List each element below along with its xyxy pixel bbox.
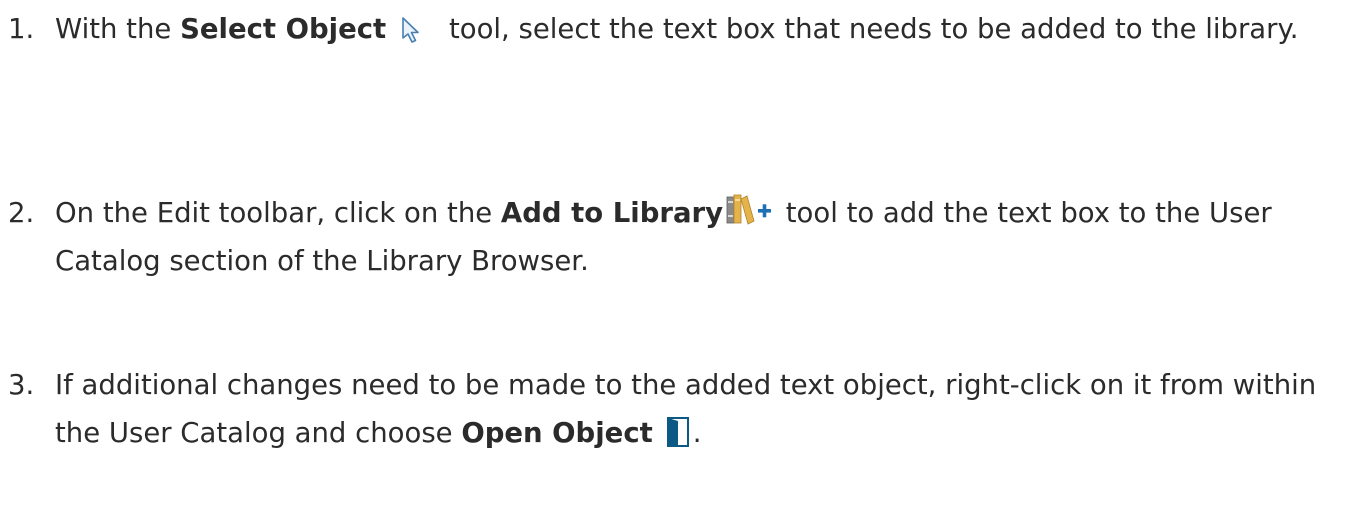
select-object-arrow-icon (394, 12, 430, 43)
add-to-library-books-plus-icon (725, 193, 773, 227)
step-text-after: tool, select the text box that needs to … (440, 13, 1299, 45)
step-text: On the Edit toolbar, click on the Add to… (55, 189, 1338, 285)
step-text: With the Select Object tool, select the … (55, 5, 1338, 53)
step-number: 2. (8, 197, 35, 229)
step-text-before: With the (55, 13, 181, 45)
open-object-door-icon (665, 415, 691, 447)
step-3: 3. If additional changes need to be made… (8, 361, 1338, 457)
ui-term-add-to-library: Add to Library (500, 197, 724, 229)
step-text-after: . (692, 417, 702, 449)
step-text: If additional changes need to be made to… (55, 361, 1338, 457)
ui-term-open-object: Open Object (461, 417, 653, 449)
step-text-before: On the Edit toolbar, click on the (55, 197, 501, 229)
step-number: 1. (8, 13, 35, 45)
ui-term-select-object: Select Object (180, 13, 387, 45)
step-number: 3. (8, 369, 35, 401)
step-1: 1. With the Select Object tool, select t… (8, 5, 1338, 53)
step-2: 2. On the Edit toolbar, click on the Add… (8, 189, 1338, 285)
